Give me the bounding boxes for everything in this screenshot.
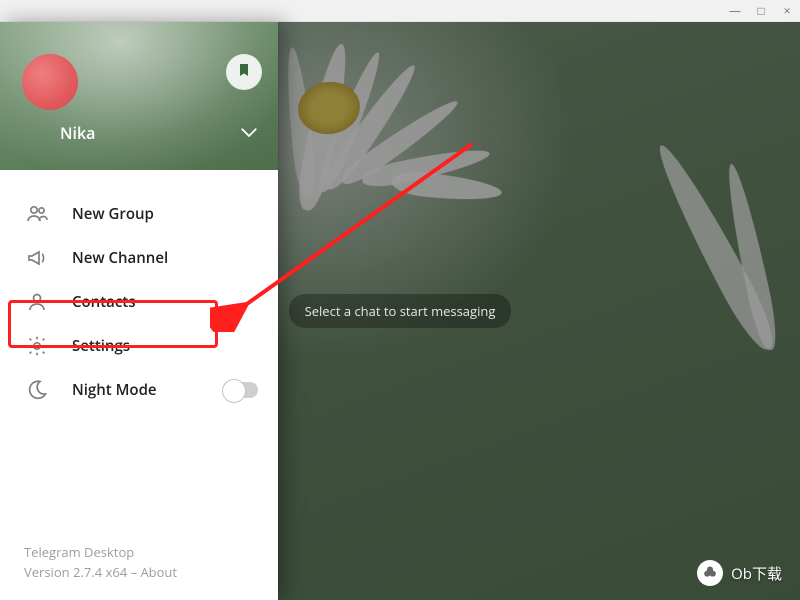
accounts-dropdown[interactable] xyxy=(240,122,258,144)
bookmark-icon xyxy=(236,61,252,84)
titlebar: — □ × xyxy=(0,0,800,22)
menu-item-label: Settings xyxy=(72,336,258,356)
chevron-down-icon xyxy=(240,122,258,144)
watermark: Ob下载 xyxy=(697,560,782,586)
wechat-icon xyxy=(697,560,723,586)
avatar[interactable] xyxy=(22,54,78,110)
account-name[interactable]: Nika xyxy=(60,122,95,144)
main-drawer: Nika New Group New Channel xyxy=(0,22,278,600)
close-button[interactable]: × xyxy=(780,2,794,19)
contacts-icon xyxy=(24,289,50,315)
menu-item-label: New Group xyxy=(72,204,258,224)
app-name: Telegram Desktop xyxy=(24,542,278,562)
drawer-header: Nika xyxy=(0,22,278,170)
menu-item-new-channel[interactable]: New Channel xyxy=(0,236,278,280)
channel-icon xyxy=(24,245,50,271)
menu-item-label: New Channel xyxy=(72,248,258,268)
menu-item-settings[interactable]: Settings xyxy=(0,324,278,368)
night-icon xyxy=(24,377,50,403)
night-mode-toggle[interactable] xyxy=(224,382,258,398)
menu-item-contacts[interactable]: Contacts xyxy=(0,280,278,324)
drawer-footer: Telegram Desktop Version 2.7.4 x64 – Abo… xyxy=(0,542,278,600)
saved-messages-button[interactable] xyxy=(226,54,262,90)
watermark-text: Ob下载 xyxy=(731,563,782,584)
menu-item-label: Contacts xyxy=(72,292,258,312)
menu-item-label: Night Mode xyxy=(72,380,202,400)
maximize-button[interactable]: □ xyxy=(754,2,768,19)
minimize-button[interactable]: — xyxy=(728,2,742,19)
settings-icon xyxy=(24,333,50,359)
menu-item-night-mode[interactable]: Night Mode xyxy=(0,368,278,412)
version-line[interactable]: Version 2.7.4 x64 – About xyxy=(24,562,278,582)
menu-item-new-group[interactable]: New Group xyxy=(0,192,278,236)
group-icon xyxy=(24,201,50,227)
drawer-menu: New Group New Channel Contacts Settings xyxy=(0,170,278,542)
empty-chat-prompt: Select a chat to start messaging xyxy=(289,294,512,328)
